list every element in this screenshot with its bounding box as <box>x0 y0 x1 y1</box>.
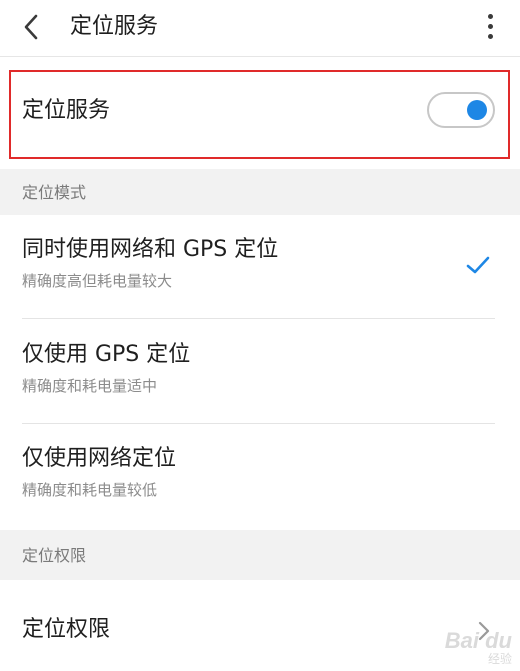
back-button[interactable] <box>14 10 48 44</box>
page-title: 定位服务 <box>70 14 159 39</box>
option-title: 同时使用网络和 GPS 定位 <box>22 237 279 262</box>
mode-option-network-only[interactable]: 仅使用网络定位 精确度和耗电量较低 <box>0 424 520 528</box>
mode-option-gps-only[interactable]: 仅使用 GPS 定位 精确度和耗电量适中 <box>0 320 520 424</box>
more-options-button[interactable] <box>478 8 502 44</box>
section-header-mode: 定位模式 <box>0 169 520 215</box>
location-service-label: 定位服务 <box>22 98 111 123</box>
option-subtitle: 精确度高但耗电量较大 <box>22 272 173 290</box>
option-subtitle: 精确度和耗电量适中 <box>22 377 158 395</box>
location-service-switch[interactable] <box>427 92 495 128</box>
checkmark-icon <box>466 256 490 274</box>
permission-title: 定位权限 <box>22 617 111 642</box>
mode-option-network-gps[interactable]: 同时使用网络和 GPS 定位 精确度高但耗电量较大 <box>0 215 520 319</box>
chevron-right-icon <box>478 621 490 641</box>
switch-knob <box>467 100 487 120</box>
section-header-permission: 定位权限 <box>0 530 520 580</box>
option-subtitle: 精确度和耗电量较低 <box>22 481 158 499</box>
location-permission-row[interactable]: 定位权限 <box>0 580 520 671</box>
more-dot <box>487 33 493 39</box>
option-title: 仅使用 GPS 定位 <box>22 342 191 367</box>
divider <box>22 318 495 319</box>
app-header: 定位服务 <box>0 0 520 57</box>
option-title: 仅使用网络定位 <box>22 446 177 471</box>
chevron-left-icon <box>24 14 38 40</box>
section-header-label: 定位权限 <box>22 546 87 565</box>
section-header-label: 定位模式 <box>22 183 87 202</box>
more-dot <box>487 23 493 29</box>
more-vertical-icon <box>487 13 493 19</box>
